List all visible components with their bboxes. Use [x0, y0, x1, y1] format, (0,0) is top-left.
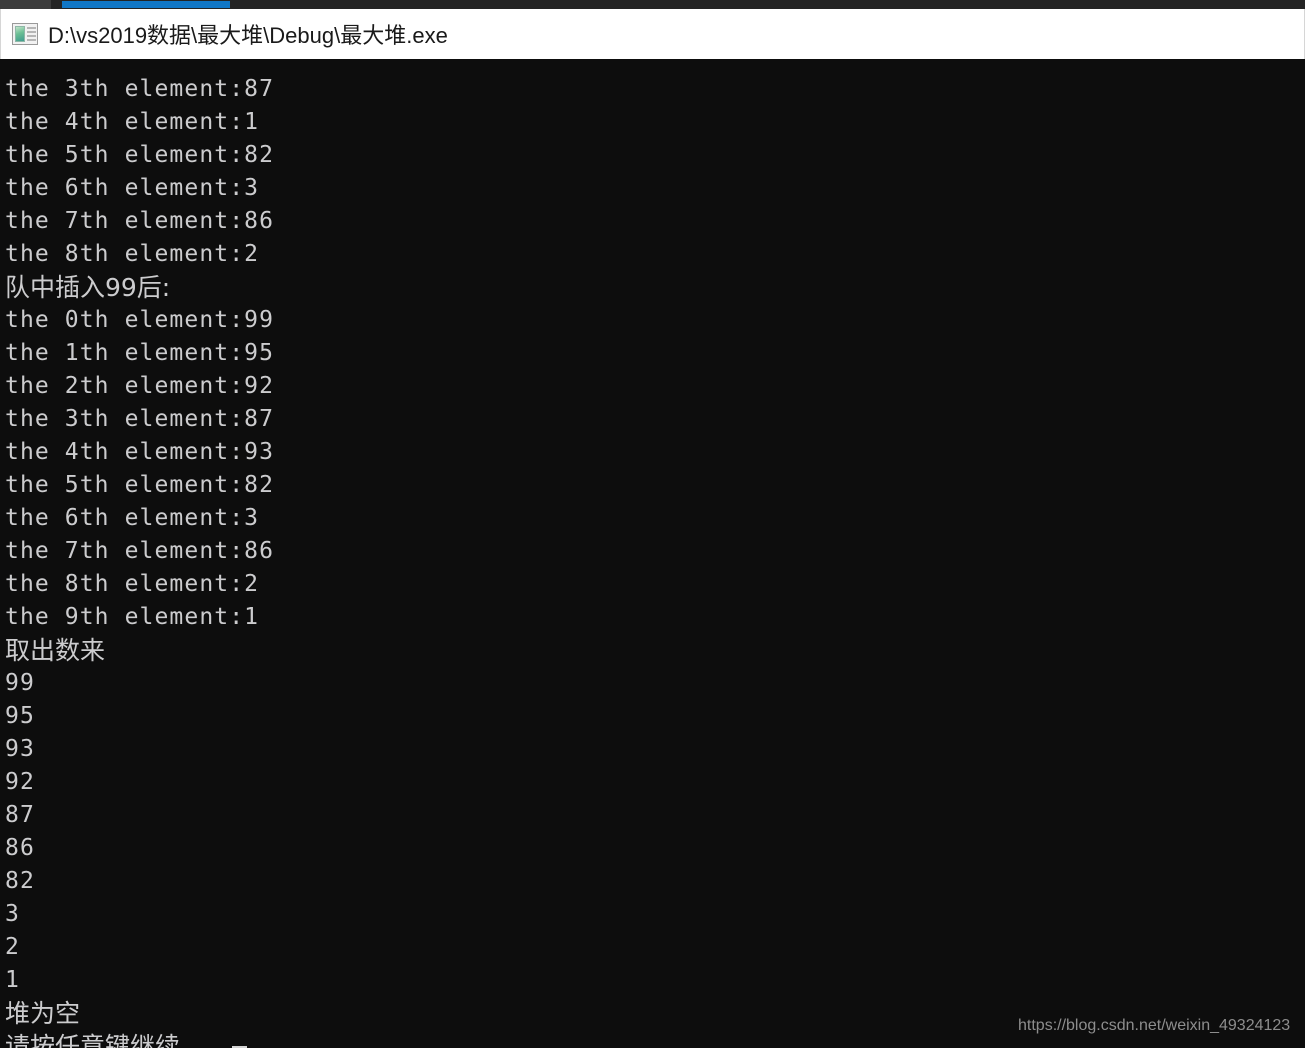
console-app-icon	[12, 23, 38, 45]
tab-strip	[0, 0, 1305, 9]
icon-line	[27, 27, 36, 29]
console-line: 取出数来	[5, 636, 106, 665]
console-line: 队中插入99后:	[5, 273, 171, 302]
console-line: the 5th element:82	[5, 472, 275, 498]
console-line: 92	[5, 769, 35, 795]
console-line: the 0th element:99	[5, 307, 275, 333]
window-title-text: D:\vs2019数据\最大堆\Debug\最大堆.exe	[48, 23, 448, 48]
console-line: 1	[5, 967, 20, 993]
console-line: the 9th element:1	[5, 604, 260, 630]
console-line: 93	[5, 736, 35, 762]
console-line: 95	[5, 703, 35, 729]
console-line-list: the 3th element:87 the 4th element:1 the 5…	[5, 73, 274, 1048]
console-line: the 6th element:3	[5, 175, 260, 201]
console-line: the 7th element:86	[5, 208, 275, 234]
tab-inactive[interactable]	[0, 0, 51, 9]
tab-active[interactable]	[62, 1, 230, 8]
console-line: the 2th element:92	[5, 373, 275, 399]
console-line: 87	[5, 802, 35, 828]
console-line: 3	[5, 901, 20, 927]
console-output-area[interactable]: the 3th element:87 the 4th element:1 the 5…	[0, 59, 1305, 1048]
window-title-bar[interactable]: D:\vs2019数据\最大堆\Debug\最大堆.exe	[0, 9, 1305, 59]
console-line: 堆为空	[5, 999, 81, 1028]
icon-line	[27, 35, 36, 37]
watermark-text: https://blog.csdn.net/weixin_49324123	[1018, 1017, 1291, 1034]
icon-line	[27, 39, 36, 41]
icon-line	[27, 31, 36, 33]
console-line: the 5th element:82	[5, 142, 275, 168]
console-line: the 4th element:93	[5, 439, 275, 465]
console-line: the 3th element:87	[5, 76, 275, 102]
console-line: 86	[5, 835, 35, 861]
console-line: the 7th element:86	[5, 538, 275, 564]
console-line: the 6th element:3	[5, 505, 260, 531]
console-line: the 1th element:95	[5, 340, 275, 366]
console-line: the 8th element:2	[5, 571, 260, 597]
console-line: 2	[5, 934, 20, 960]
console-line: 请按任意键继续. . .	[5, 1030, 274, 1048]
icon-pane	[15, 26, 25, 42]
console-line: the 3th element:87	[5, 406, 275, 432]
console-line: the 4th element:1	[5, 109, 260, 135]
console-line: the 8th element:2	[5, 241, 260, 267]
console-line: 82	[5, 868, 35, 894]
console-line: 99	[5, 670, 35, 696]
